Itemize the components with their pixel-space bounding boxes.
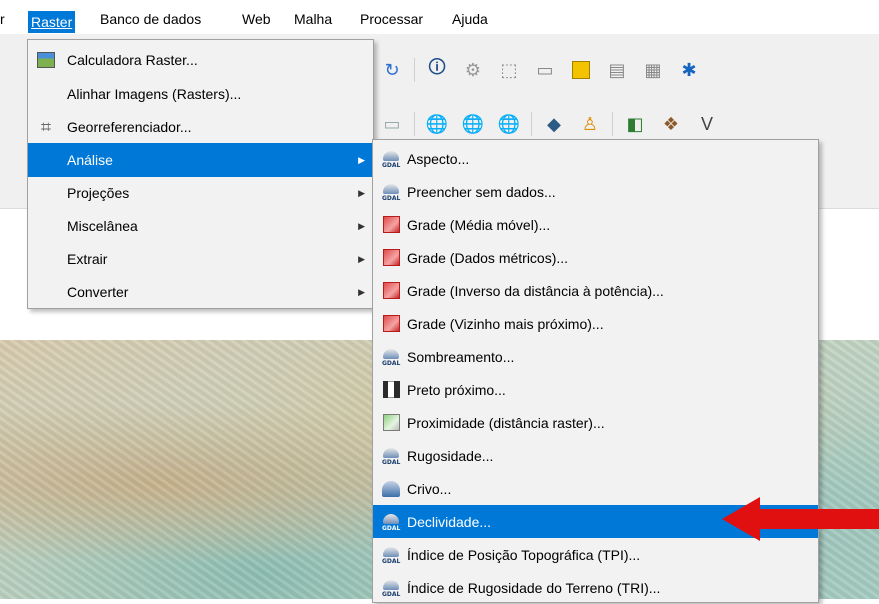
raster-menu: Calculadora Raster... Alinhar Imagens (R… xyxy=(27,39,374,309)
nearblack-icon xyxy=(381,380,401,400)
grid-icon xyxy=(381,248,401,268)
menu-item-grade-dados-metricos[interactable]: Grade (Dados métricos)... xyxy=(373,241,818,274)
menu-item-proximidade[interactable]: Proximidade (distância raster)... xyxy=(373,406,818,439)
submenu-arrow-icon: ▶ xyxy=(358,187,365,198)
virtual-layer-icon[interactable]: ❖ xyxy=(657,110,685,138)
submenu-arrow-icon: ▶ xyxy=(358,220,365,231)
grid-icon xyxy=(381,215,401,235)
menu-web[interactable]: Web xyxy=(240,9,273,29)
menu-item-alinhar-imagens[interactable]: Alinhar Imagens (Rasters)... xyxy=(28,77,373,111)
search-globe-icon[interactable]: 🌐 xyxy=(459,110,487,138)
menu-malha[interactable]: Malha xyxy=(292,9,334,29)
settings-gear-icon[interactable]: ✱ xyxy=(675,56,703,84)
menu-item-extrair[interactable]: Extrair ▶ xyxy=(28,242,373,276)
menu-item-converter[interactable]: Converter ▶ xyxy=(28,275,373,309)
sieve-icon xyxy=(381,479,401,499)
gdal-icon: GDAL xyxy=(381,446,401,466)
menu-raster[interactable]: Raster xyxy=(28,11,76,33)
menu-item-miscelanea[interactable]: Miscelânea ▶ xyxy=(28,209,373,243)
toolbar-row-1: ↻ 🛈 ⚙ ⬚ ▭ ▤ ▦ ✱ xyxy=(378,50,711,90)
submenu-arrow-icon: ▶ xyxy=(358,253,365,264)
identify-icon[interactable]: 🛈 xyxy=(423,56,451,84)
grid-icon xyxy=(381,314,401,334)
calculator-raster-icon xyxy=(36,50,56,70)
select-features-icon[interactable]: ⚙ xyxy=(459,56,487,84)
menu-item-rugosidade[interactable]: GDAL Rugosidade... xyxy=(373,439,818,472)
metasearch-icon[interactable]: 🌐 xyxy=(495,110,523,138)
menu-ajuda[interactable]: Ajuda xyxy=(450,9,490,29)
menu-item-indice-rugosidade-terreno[interactable]: GDAL Índice de Rugosidade do Terreno (TR… xyxy=(373,571,818,604)
label-icon[interactable]: ▭ xyxy=(378,110,406,138)
python-icon[interactable]: ◆ xyxy=(540,110,568,138)
gdal-icon: GDAL xyxy=(381,182,401,202)
attribute-table-icon[interactable]: ▤ xyxy=(603,56,631,84)
proximity-icon xyxy=(381,413,401,433)
menu-item-grade-media-movel[interactable]: Grade (Média móvel)... xyxy=(373,208,818,241)
menu-banco-de-dados[interactable]: Banco de dados xyxy=(98,9,203,29)
menu-item-preto-proximo[interactable]: Preto próximo... xyxy=(373,373,818,406)
menu-item-aspecto[interactable]: GDAL Aspecto... xyxy=(373,142,818,175)
statistics-icon[interactable]: ▦ xyxy=(639,56,667,84)
menu-item-indice-posicao-topografica[interactable]: GDAL Índice de Posição Topográfica (TPI)… xyxy=(373,538,818,571)
refresh-icon[interactable]: ↻ xyxy=(378,56,406,84)
deselect-icon[interactable]: ▭ xyxy=(531,56,559,84)
delete-selection-icon[interactable] xyxy=(567,56,595,84)
grid-icon xyxy=(381,281,401,301)
gdal-icon: GDAL xyxy=(381,512,401,532)
new-layer-icon[interactable]: ◧ xyxy=(621,110,649,138)
plugin-person-icon[interactable]: ♙ xyxy=(576,110,604,138)
vector-icon[interactable]: V xyxy=(693,110,721,138)
menu-item-analise[interactable]: Análise ▶ xyxy=(28,143,373,177)
submenu-arrow-icon: ▶ xyxy=(358,154,365,165)
add-globe-layer-icon[interactable]: 🌐 xyxy=(423,110,451,138)
menu-item-projecoes[interactable]: Projeções ▶ xyxy=(28,176,373,210)
menu-item-preencher-sem-dados[interactable]: GDAL Preencher sem dados... xyxy=(373,175,818,208)
submenu-arrow-icon: ▶ xyxy=(358,286,365,297)
menu-item-sombreamento[interactable]: GDAL Sombreamento... xyxy=(373,340,818,373)
gdal-icon: GDAL xyxy=(381,545,401,565)
georeferencer-icon: ⌗ xyxy=(40,116,52,137)
menu-item-calculadora-raster[interactable]: Calculadora Raster... xyxy=(28,43,373,77)
menu-bar: r Raster Banco de dados Web Malha Proces… xyxy=(0,0,879,34)
menu-item-grade-inverso-distancia[interactable]: Grade (Inverso da distância à potência).… xyxy=(373,274,818,307)
menu-item-georreferenciador[interactable]: ⌗ Georreferenciador... xyxy=(28,110,373,144)
gdal-icon: GDAL xyxy=(381,347,401,367)
gdal-icon: GDAL xyxy=(381,578,401,598)
menu-item-grade-vizinho-mais-proximo[interactable]: Grade (Vizinho mais próximo)... xyxy=(373,307,818,340)
menu-item-truncated[interactable]: r xyxy=(0,9,7,29)
menu-processar[interactable]: Processar xyxy=(358,9,425,29)
gdal-icon: GDAL xyxy=(381,149,401,169)
toolbar-row-2: ▭ 🌐 🌐 🌐 ◆ ♙ ◧ ❖ V xyxy=(378,104,729,144)
select-region-icon[interactable]: ⬚ xyxy=(495,56,523,84)
red-arrow-annotation-icon xyxy=(722,497,879,541)
